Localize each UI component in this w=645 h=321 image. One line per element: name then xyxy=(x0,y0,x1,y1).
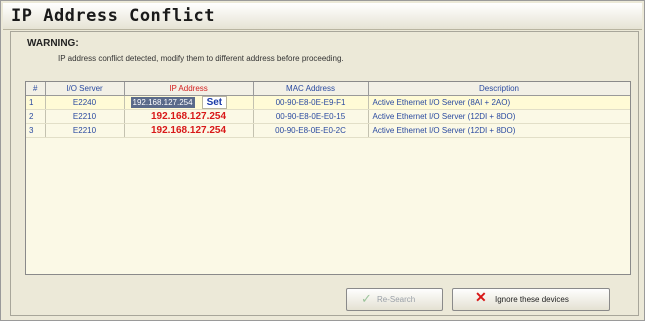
ignore-button-label: Ignore these devices xyxy=(495,295,569,304)
header-io-server[interactable]: I/O Server xyxy=(45,82,125,96)
warning-message: IP address conflict detected, modify the… xyxy=(58,54,344,63)
row-description: Active Ethernet I/O Server (12DI + 8DO) xyxy=(368,123,630,138)
ignore-devices-button[interactable]: ✕ Ignore these devices xyxy=(452,288,610,311)
row-ip-address[interactable]: 192.168.127.254 xyxy=(124,109,254,124)
ip-conflict-dialog: IP Address Conflict WARNING: IP address … xyxy=(0,0,645,321)
ip-cell-editing: 192.168.127.254 Set xyxy=(124,95,254,110)
dialog-title: IP Address Conflict xyxy=(11,6,215,26)
row-description: Active Ethernet I/O Server (12DI + 8DO) xyxy=(368,109,630,124)
row-index: 3 xyxy=(26,123,46,138)
row-io-server: E2210 xyxy=(45,109,125,124)
header-description[interactable]: Description xyxy=(368,82,630,96)
row-io-server: E2240 xyxy=(45,95,125,110)
table-header-row: # I/O Server IP Address MAC Address Desc… xyxy=(26,82,630,96)
title-bar: IP Address Conflict xyxy=(3,3,642,30)
header-index[interactable]: # xyxy=(26,82,46,96)
header-ip-address[interactable]: IP Address xyxy=(124,82,254,96)
device-table: # I/O Server IP Address MAC Address Desc… xyxy=(25,81,631,275)
research-button-label: Re-Search xyxy=(377,295,416,304)
x-icon: ✕ xyxy=(475,289,487,305)
ip-address-input[interactable]: 192.168.127.254 xyxy=(130,97,195,108)
row-description: Active Ethernet I/O Server (8AI + 2AO) xyxy=(368,95,630,110)
row-index: 1 xyxy=(26,95,46,110)
row-io-server: E2210 xyxy=(45,123,125,138)
table-row[interactable]: 3 E2210 192.168.127.254 00-90-E8-0E-E0-2… xyxy=(26,123,630,138)
table-row[interactable]: 1 E2240 192.168.127.254 Set 00-90-E8-0E-E… xyxy=(26,95,630,110)
row-index: 2 xyxy=(26,109,46,124)
row-mac-address: 00-90-E8-0E-E0-15 xyxy=(253,109,369,124)
row-mac-address: 00-90-E8-0E-E0-2C xyxy=(253,123,369,138)
set-button[interactable]: Set xyxy=(201,96,228,109)
table-row[interactable]: 2 E2210 192.168.127.254 00-90-E8-0E-E0-1… xyxy=(26,109,630,124)
checkmark-icon: ✓ xyxy=(361,291,372,306)
header-mac-address[interactable]: MAC Address xyxy=(253,82,369,96)
row-mac-address: 00-90-E8-0E-E9-F1 xyxy=(253,95,369,110)
warning-title: WARNING: xyxy=(27,38,79,49)
research-button[interactable]: ✓ Re-Search xyxy=(346,288,443,311)
row-ip-address[interactable]: 192.168.127.254 xyxy=(124,123,254,138)
